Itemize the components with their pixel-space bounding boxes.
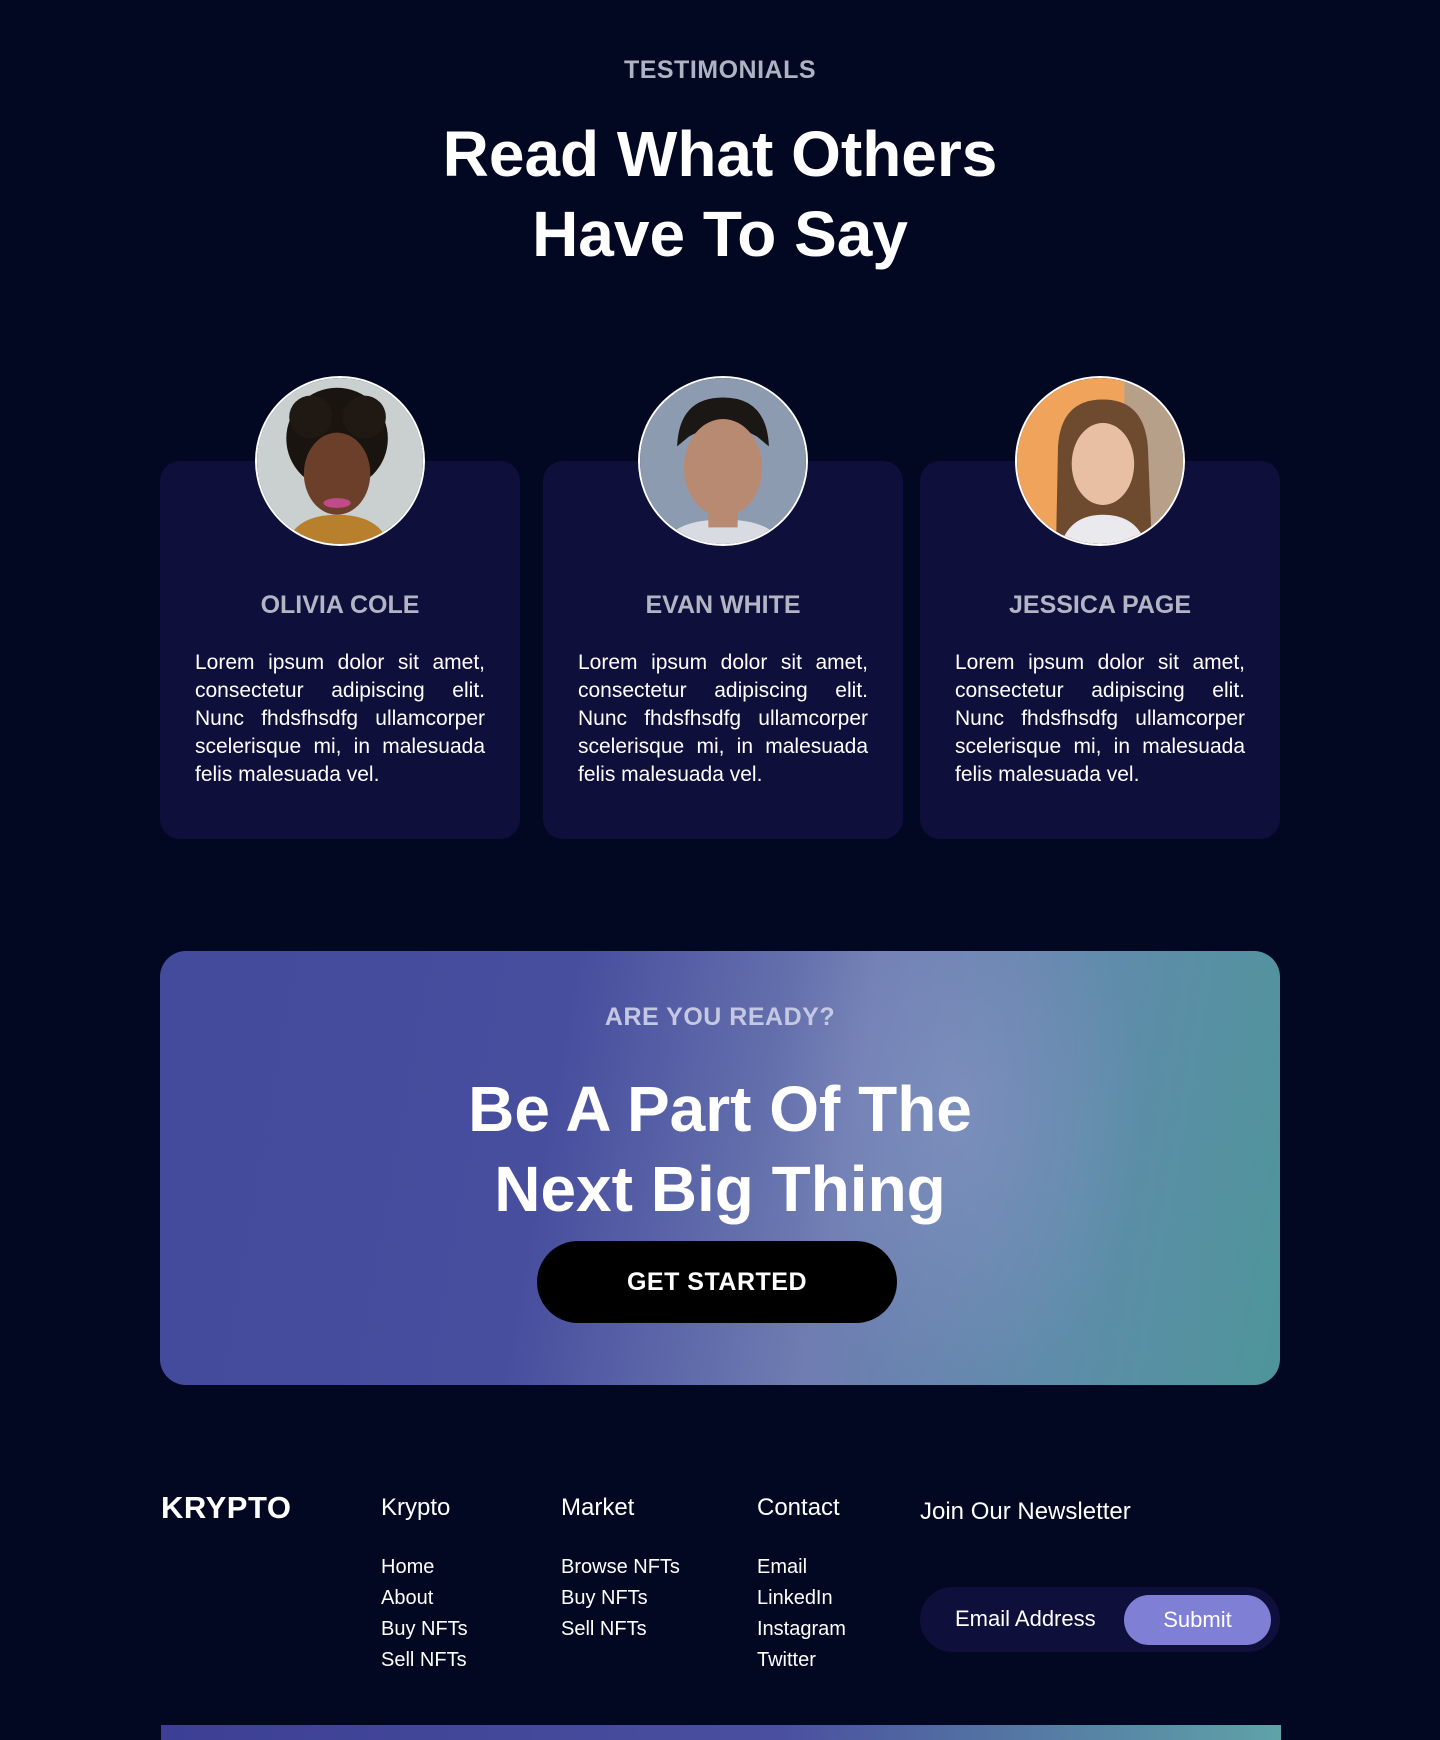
- footer-link-twitter[interactable]: Twitter: [757, 1645, 846, 1676]
- avatar: [1015, 376, 1185, 546]
- footer-column-contact: Contact Email LinkedIn Instagram Twitter: [757, 1494, 846, 1676]
- email-field[interactable]: [955, 1598, 1135, 1640]
- footer-link-list: Home About Buy NFTs Sell NFTs: [381, 1552, 468, 1676]
- cta-title-line1: Be A Part Of The: [468, 1073, 972, 1145]
- testimonials-title-line2: Have To Say: [532, 198, 908, 270]
- footer-column-heading: Contact: [757, 1494, 840, 1521]
- footer-column-heading: Krypto: [381, 1494, 451, 1521]
- avatar-portrait-icon: [640, 378, 806, 544]
- testimonials-title-line1: Read What Others: [442, 118, 998, 190]
- avatar-portrait-icon: [257, 378, 423, 544]
- cta-banner: ARE YOU READY? Be A Part Of The Next Big…: [160, 951, 1280, 1385]
- cta-title-line2: Next Big Thing: [494, 1153, 946, 1225]
- footer-column-heading: Market: [561, 1494, 635, 1521]
- testimonial-text: Lorem ipsum dolor sit amet, consectetur …: [578, 651, 868, 786]
- testimonial-name: OLIVIA COLE: [260, 591, 420, 619]
- newsletter-form: Submit: [920, 1587, 1280, 1652]
- footer-logo[interactable]: KRYPTO: [161, 1490, 291, 1526]
- footer-link-email[interactable]: Email: [757, 1552, 846, 1583]
- submit-button[interactable]: Submit: [1124, 1595, 1271, 1645]
- testimonial-name: EVAN WHITE: [645, 591, 801, 619]
- testimonial-text: Lorem ipsum dolor sit amet, consectetur …: [955, 651, 1245, 786]
- avatar: [638, 376, 808, 546]
- footer-link-home[interactable]: Home: [381, 1552, 468, 1583]
- footer-link-about[interactable]: About: [381, 1583, 468, 1614]
- get-started-button[interactable]: GET STARTED: [537, 1241, 897, 1323]
- footer-link-instagram[interactable]: Instagram: [757, 1614, 846, 1645]
- footer-column-krypto: Krypto Home About Buy NFTs Sell NFTs: [381, 1494, 468, 1676]
- footer-link-browse-nfts[interactable]: Browse NFTs: [561, 1552, 680, 1583]
- testimonials-title: Read What Others Have To Say: [0, 114, 1440, 274]
- testimonials-eyebrow: TESTIMONIALS: [623, 56, 817, 84]
- footer-link-sell-nfts[interactable]: Sell NFTs: [561, 1614, 680, 1645]
- cta-eyebrow: ARE YOU READY?: [604, 1003, 836, 1031]
- newsletter-heading: Join Our Newsletter: [920, 1498, 1131, 1525]
- footer-column-market: Market Browse NFTs Buy NFTs Sell NFTs: [561, 1494, 680, 1645]
- footer-link-buy-nfts[interactable]: Buy NFTs: [561, 1583, 680, 1614]
- testimonial-name: JESSICA PAGE: [1009, 591, 1191, 619]
- avatar: [255, 376, 425, 546]
- footer-link-linkedin[interactable]: LinkedIn: [757, 1583, 846, 1614]
- footer-link-sell-nfts[interactable]: Sell NFTs: [381, 1645, 468, 1676]
- avatar-portrait-icon: [1017, 378, 1183, 544]
- footer-bottom-bar: [161, 1725, 1281, 1740]
- footer-link-list: Email LinkedIn Instagram Twitter: [757, 1552, 846, 1676]
- footer-link-list: Browse NFTs Buy NFTs Sell NFTs: [561, 1552, 680, 1645]
- footer-link-buy-nfts[interactable]: Buy NFTs: [381, 1614, 468, 1645]
- testimonial-text: Lorem ipsum dolor sit amet, consectetur …: [195, 651, 485, 786]
- cta-title: Be A Part Of The Next Big Thing: [160, 1069, 1280, 1229]
